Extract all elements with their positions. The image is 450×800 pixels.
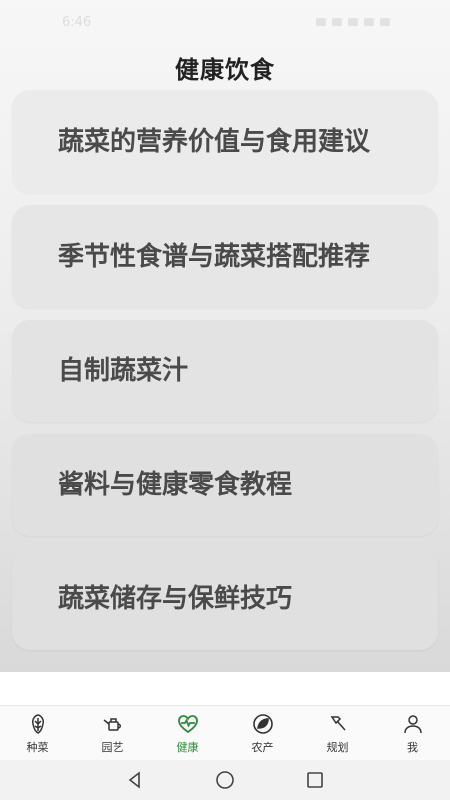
back-button[interactable] [124, 769, 146, 791]
status-icons [316, 18, 390, 26]
person-icon [403, 714, 422, 733]
signal-icon [364, 18, 374, 26]
tab-gardening[interactable]: 园艺 [75, 706, 150, 760]
tab-label: 规划 [326, 740, 349, 754]
bottom-tab-bar: 种菜 园艺 健康 农产 规划 我 [0, 705, 450, 760]
card-label: 蔬菜储存与保鲜技巧 [58, 584, 293, 614]
card-label: 季节性食谱与蔬菜搭配推荐 [58, 241, 371, 272]
tab-label: 我 [407, 740, 418, 754]
back-triangle-icon [128, 771, 140, 789]
watering-can-icon [103, 717, 121, 731]
card-sauces-snacks[interactable]: 酱料与健康零食教程 [12, 434, 438, 536]
tab-planting[interactable]: 种菜 [0, 706, 75, 760]
battery-icon [380, 18, 390, 26]
status-time: 6:46 [62, 14, 92, 30]
home-button[interactable] [214, 769, 236, 791]
leaf-circle-icon [252, 713, 273, 734]
card-seasonal-recipes[interactable]: 季节性食谱与蔬菜搭配推荐 [12, 205, 438, 308]
home-circle-icon [216, 771, 234, 789]
tab-produce[interactable]: 农产 [225, 706, 300, 760]
card-label: 自制蔬菜汁 [58, 356, 189, 386]
recents-button[interactable] [304, 769, 326, 791]
page-title: 健康饮食 [175, 56, 275, 84]
tab-me[interactable]: 我 [375, 706, 450, 760]
card-homemade-juice[interactable]: 自制蔬菜汁 [12, 320, 438, 422]
recents-square-icon [307, 772, 323, 788]
tab-health[interactable]: 健康 [150, 706, 225, 760]
status-bar: 6:46 [0, 0, 450, 44]
system-nav-bar [0, 760, 450, 800]
tab-planning[interactable]: 规划 [300, 706, 375, 760]
tab-label: 农产 [251, 740, 274, 754]
content-area: 6:46 健康饮食 蔬菜的营养价值与食用建议 季节性食谱与蔬菜搭配推荐 自制蔬菜… [0, 0, 450, 672]
hammer-icon [330, 715, 346, 730]
wifi-icon [348, 18, 358, 26]
tab-label: 园艺 [101, 740, 124, 754]
card-label: 蔬菜的营养价值与食用建议 [58, 126, 371, 157]
notification-icon [316, 18, 326, 26]
heart-pulse-icon [177, 714, 198, 733]
tab-label: 健康 [176, 740, 199, 754]
vegetable-icon [31, 713, 44, 734]
card-storage-tips[interactable]: 蔬菜储存与保鲜技巧 [12, 548, 438, 650]
app-icon [332, 18, 342, 26]
card-label: 酱料与健康零食教程 [58, 470, 293, 500]
tab-label: 种菜 [26, 740, 49, 754]
card-vegetable-nutrition[interactable]: 蔬菜的营养价值与食用建议 [12, 90, 438, 193]
